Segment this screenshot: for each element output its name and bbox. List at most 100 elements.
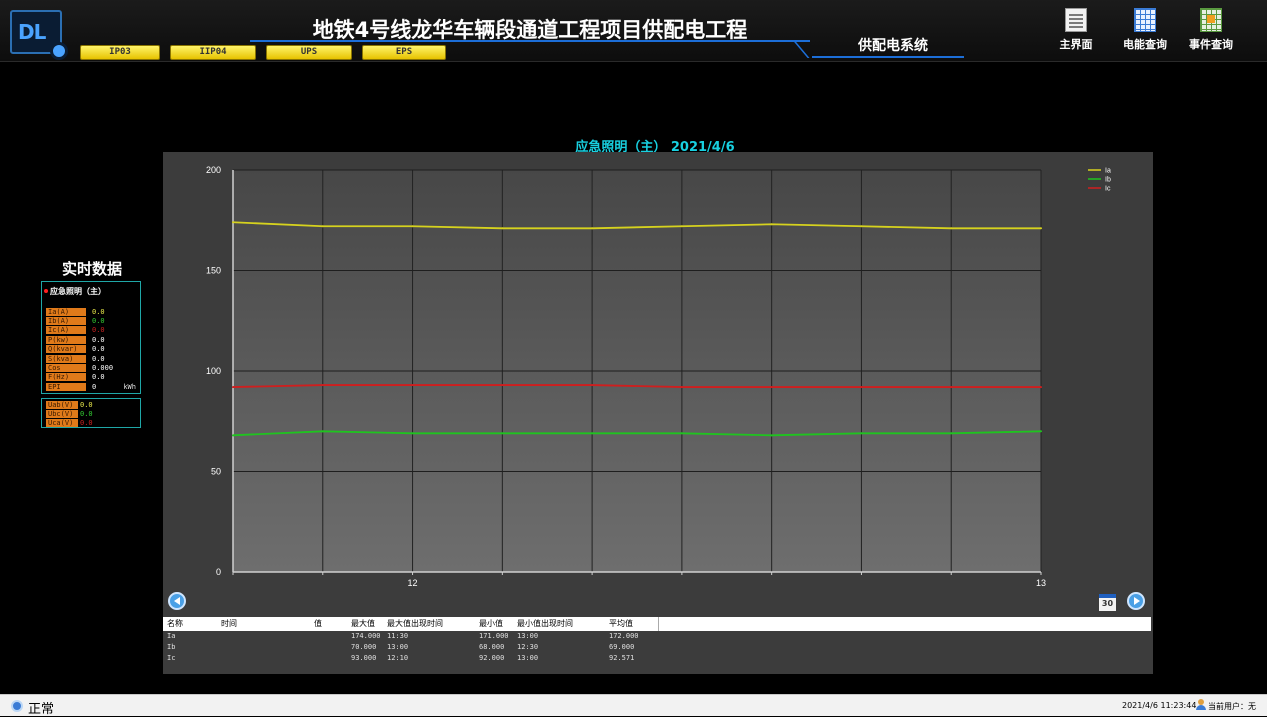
col-header-min: 最小值	[479, 619, 503, 628]
legend-label: Ib	[1105, 177, 1111, 184]
cell-max-time: 11:30	[387, 632, 409, 640]
status-text: 正常	[28, 702, 55, 717]
data-point-ia	[680, 225, 683, 228]
stats-table: 名称 时间 值 最大值 最大值出现时间 最小值 最小值出现时间 平均值 Ia 1…	[163, 617, 1151, 664]
chart-panel: 0 50 100 150 200 12 13 Ia Ib Ic	[163, 152, 1153, 674]
data-point-ic	[1040, 386, 1042, 389]
stats-header-row: 名称 时间 值 最大值 最大值出现时间 最小值 最小值出现时间 平均值	[163, 617, 1151, 631]
nav-main-label: 主界面	[1059, 38, 1093, 51]
data-point-ib	[321, 430, 324, 433]
tab-ups[interactable]: UPS	[266, 45, 352, 60]
status-datetime: 2021/4/6 11:23:44	[1122, 701, 1197, 710]
data-point-ic	[501, 384, 504, 387]
calendar-icon	[1200, 8, 1222, 32]
data-point-ib	[1040, 430, 1042, 433]
voltage-key: Ubc(V)	[46, 410, 78, 419]
document-icon	[1065, 8, 1087, 32]
y-tick-label: 200	[206, 165, 221, 175]
realtime-value: 0.0	[92, 354, 105, 363]
app-logo: DL	[10, 10, 68, 60]
realtime-key: P(kw)	[46, 335, 86, 344]
previous-page-button[interactable]	[168, 592, 186, 610]
realtime-key: Ic(A)	[46, 326, 86, 335]
cell-min-time: 12:30	[517, 643, 539, 651]
voltage-key: Uab(V)	[46, 400, 78, 409]
cell-max: 70.000	[351, 643, 377, 651]
cell-avg: 69.000	[609, 643, 635, 651]
realtime-value: 0.0	[92, 373, 105, 382]
cell-min: 171.000	[479, 632, 509, 640]
realtime-key: S(kva)	[46, 354, 86, 363]
realtime-row: P(kw) 0.0	[46, 335, 136, 344]
data-point-ic	[232, 386, 234, 389]
realtime-key: Ia(A)	[46, 307, 86, 316]
data-point-ib	[411, 432, 414, 435]
nav-energy-query-button[interactable]: 电能查询	[1117, 8, 1173, 52]
realtime-row: Ic(A) 0.0	[46, 326, 136, 335]
cell-max-time: 13:00	[387, 643, 409, 651]
nav-energy-query-label: 电能查询	[1123, 38, 1167, 51]
realtime-device-name: 应急照明（主）	[50, 287, 106, 296]
table-row[interactable]: Ic 93.000 12:10 92.000 13:00 92.571	[163, 653, 1151, 664]
grid-icon	[1134, 8, 1156, 32]
realtime-device: 应急照明（主）	[44, 286, 136, 297]
nav-main-button[interactable]: 主界面	[1048, 8, 1104, 52]
nav-event-query-button[interactable]: 事件查询	[1183, 8, 1239, 52]
cell-avg: 172.000	[609, 632, 639, 640]
realtime-title: 实时数据	[61, 260, 122, 278]
legend-label: Ia	[1105, 168, 1111, 175]
cell-value	[314, 653, 351, 664]
cell-avg: 92.571	[609, 654, 635, 662]
y-tick-label: 0	[216, 567, 221, 577]
line-chart: 0 50 100 150 200 12 13 Ia Ib Ic	[206, 165, 1111, 588]
cell-min: 92.000	[479, 654, 505, 662]
status-dot-icon	[44, 289, 48, 293]
realtime-unit: kWh	[123, 382, 136, 391]
data-point-ic	[680, 386, 683, 389]
legend-label: Ic	[1105, 186, 1111, 193]
nav-event-query-label: 事件查询	[1189, 38, 1233, 51]
table-row[interactable]: Ib 70.000 13:00 68.000 12:30 69.000	[163, 642, 1151, 653]
calendar-button[interactable]: 30	[1099, 594, 1116, 611]
data-point-ic	[591, 384, 594, 387]
realtime-row: EPI 0 kWh	[46, 382, 136, 391]
data-point-ia	[950, 227, 953, 230]
cell-time	[221, 653, 314, 664]
data-point-ia	[232, 221, 234, 224]
table-row[interactable]: Ia 174.000 11:30 171.000 13:00 172.000	[163, 631, 1151, 642]
col-header-time: 时间	[221, 619, 237, 628]
col-header-avg: 平均值	[609, 617, 659, 631]
gear-icon	[50, 42, 68, 60]
data-point-ic	[770, 386, 773, 389]
data-point-ia	[1040, 227, 1042, 230]
status-bar: 正常 2021/4/6 11:23:44 当前用户：无	[0, 694, 1267, 717]
voltage-row: Ubc(V) 0.0	[46, 409, 136, 419]
voltage-value: 0.0	[80, 400, 93, 409]
cell-name: Ib	[167, 643, 176, 651]
realtime-row: Q(kvar) 0.0	[46, 345, 136, 354]
device-tabs: IP03 IIP04 UPS EPS	[80, 45, 446, 60]
y-tick-label: 50	[211, 467, 221, 477]
cell-value	[314, 642, 351, 653]
cell-max-time: 12:10	[387, 654, 409, 662]
data-point-ib	[950, 432, 953, 435]
data-point-ic	[860, 386, 863, 389]
cell-value	[314, 631, 351, 642]
data-point-ic	[411, 384, 414, 387]
realtime-row: S(kva) 0.0	[46, 354, 136, 363]
tab-iip04[interactable]: IIP04	[170, 45, 256, 60]
voltage-row: Uca(V) 0.0	[46, 419, 136, 428]
voltage-row: Uab(V) 0.0	[46, 400, 136, 409]
cell-min-time: 13:00	[517, 632, 539, 640]
tab-ip03[interactable]: IP03	[80, 45, 160, 60]
y-tick-label: 150	[206, 266, 221, 276]
realtime-key: Ib(A)	[46, 317, 86, 326]
data-point-ib	[501, 432, 504, 435]
tab-eps[interactable]: EPS	[362, 45, 446, 60]
realtime-value: 0.0	[92, 326, 105, 335]
next-page-button[interactable]	[1127, 592, 1145, 610]
realtime-key: EPI	[46, 382, 86, 391]
realtime-panel: 应急照明（主） Ia(A) 0.0 Ib(A) 0.0 Ic(A) 0.0 P(kw) 0.0…	[41, 281, 141, 394]
page-title: 地铁4号线龙华车辆段通道工程项目供配电工程	[312, 18, 748, 42]
realtime-value: 0	[92, 382, 97, 391]
